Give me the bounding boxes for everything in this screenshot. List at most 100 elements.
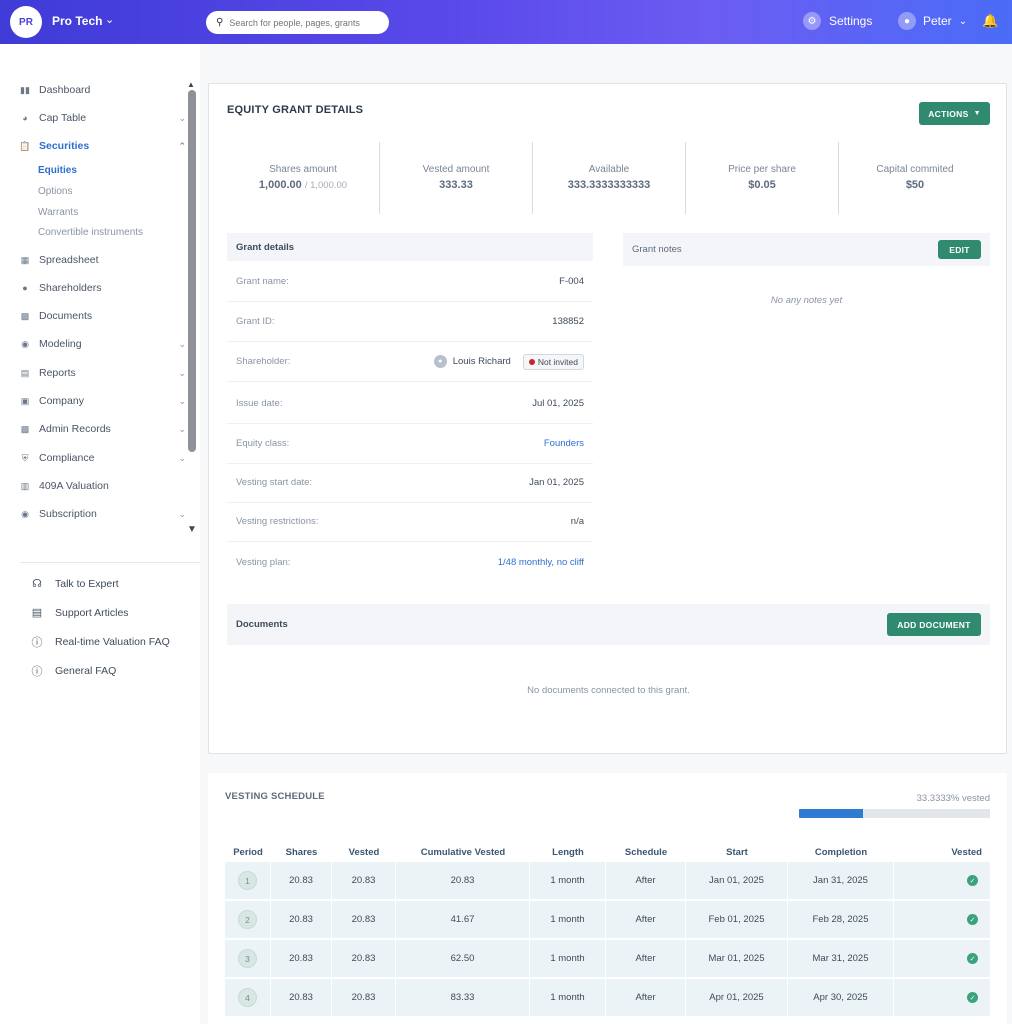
scroll-up-arrow[interactable]: ▲	[187, 80, 195, 89]
help-general-faq[interactable]: ⓘ General FAQ	[30, 663, 117, 679]
period-cell: 4	[225, 979, 271, 1016]
table-row: 4 20.83 20.83 83.33 1 month After Apr 01, 2025…	[225, 979, 990, 1016]
detail-value: 138852	[552, 316, 584, 327]
actions-button[interactable]: ACTIONS ▼	[919, 102, 990, 125]
help-support-articles[interactable]: ▤ Support Articles	[30, 606, 129, 620]
add-document-button[interactable]: ADD DOCUMENT	[887, 613, 981, 636]
length-cell: 1 month	[530, 940, 606, 977]
sidebar-item-label: Subscription	[39, 508, 97, 520]
col-header: Vested	[951, 846, 982, 858]
user-name: Peter	[923, 14, 952, 28]
sidebar-item-documents[interactable]: ▩ Documents	[18, 306, 186, 326]
sidebar-item-409a-valuation[interactable]: ▥ 409A Valuation	[18, 476, 186, 496]
search-box[interactable]: ⚲	[206, 11, 389, 34]
help-valuation-faq[interactable]: ⓘ Real-time Valuation FAQ	[30, 634, 170, 650]
sidebar-item-spreadsheet[interactable]: ▦ Spreadsheet	[18, 250, 186, 270]
top-bar: PR Pro Tech ⌄ ⚲ ⚙ Settings ● Peter ⌄ 🔔	[0, 0, 1012, 44]
scroll-down-arrow[interactable]: ▼	[187, 524, 197, 535]
settings-label: Settings	[829, 14, 873, 28]
avatar: ●	[433, 355, 447, 368]
stat-label: Vested amount	[422, 164, 490, 175]
sidebar-item-subscription[interactable]: ◉ Subscription ⌄	[18, 504, 186, 524]
sidebar-item-label: Admin Records	[39, 423, 111, 435]
documents-empty-text: No documents connected to this grant.	[527, 685, 690, 696]
sidebar-item-compliance[interactable]: ⛨ Compliance ⌄	[18, 448, 186, 468]
org-avatar[interactable]: PR	[10, 6, 42, 38]
detail-row-vesting-start: Vesting start date: Jan 01, 2025	[227, 463, 593, 503]
start-cell: Feb 01, 2025	[686, 901, 788, 938]
edit-notes-button[interactable]: EDIT	[938, 240, 981, 259]
chevron-down-icon[interactable]: ⌄	[105, 13, 114, 26]
col-header: Start	[726, 846, 748, 858]
search-input[interactable]	[229, 17, 380, 28]
period-cell: 2	[225, 901, 271, 938]
schedule-cell: After	[606, 862, 686, 899]
col-header: Schedule	[624, 846, 668, 858]
sidebar-item-label: Company	[39, 395, 84, 407]
vested-status-cell: ✓	[894, 940, 990, 977]
settings-button[interactable]: ⚙ Settings	[803, 12, 872, 30]
org-name[interactable]: Pro Tech	[52, 14, 102, 28]
sidebar-subitem-warrants[interactable]: Warrants	[38, 207, 78, 218]
detail-key: Grant ID:	[236, 316, 275, 327]
vested-cell: 20.83	[332, 979, 396, 1016]
search-icon: ⚲	[216, 17, 224, 28]
detail-value: Jul 01, 2025	[532, 398, 584, 409]
help-talk-to-expert[interactable]: ☊ Talk to Expert	[30, 577, 119, 591]
help-label: Real-time Valuation FAQ	[55, 636, 170, 648]
book-icon: ▤	[31, 607, 43, 619]
stat-value: $0.05	[748, 179, 776, 191]
grant-notes-title: Grant notes	[632, 244, 682, 255]
shareholder-link[interactable]: ● Louis Richard Not invited	[433, 353, 584, 370]
stat-value: 1,000.00 / 1,000.00	[258, 179, 348, 191]
clipboard-icon: 📋	[19, 140, 31, 151]
sidebar	[0, 44, 200, 1024]
col-header: Shares	[285, 846, 318, 858]
bulb-icon: ◉	[21, 338, 29, 349]
sidebar-subitem-convertible[interactable]: Convertible instruments	[38, 227, 143, 238]
period-cell: 1	[225, 862, 271, 899]
grant-details-title: Grant details	[236, 241, 295, 253]
dollar-icon: ◉	[21, 508, 29, 519]
sidebar-item-securities[interactable]: 📋 Securities ⌃	[18, 136, 186, 156]
equity-grant-card: EQUITY GRANT DETAILS ACTIONS ▼ Shares am…	[208, 83, 1007, 754]
sidebar-subitem-options[interactable]: Options	[38, 186, 72, 197]
sidebar-subitem-equities[interactable]: Equities	[38, 165, 77, 176]
sidebar-item-label: Securities	[39, 140, 90, 152]
length-cell: 1 month	[530, 979, 606, 1016]
sidebar-item-label: Dashboard	[39, 84, 91, 96]
sidebar-item-reports[interactable]: ▤ Reports ⌄	[18, 363, 186, 383]
period-badge: 2	[238, 910, 257, 929]
chevron-down-icon: ⌄	[178, 112, 186, 123]
vested-progress-fill	[799, 809, 863, 818]
sidebar-item-company[interactable]: ▣ Company ⌄	[18, 391, 186, 411]
length-cell: 1 month	[530, 901, 606, 938]
vested-progress-bar	[799, 809, 990, 818]
equity-class-link[interactable]: Founders	[544, 438, 584, 449]
detail-value: n/a	[570, 516, 584, 527]
vesting-plan-link[interactable]: 1/48 monthly, no cliff	[498, 557, 584, 568]
check-icon: ✓	[967, 914, 978, 926]
headset-icon: ☊	[32, 578, 42, 590]
help-label: General FAQ	[55, 665, 117, 677]
check-icon: ✓	[967, 875, 978, 887]
cumulative-cell: 41.67	[396, 901, 530, 938]
length-cell: 1 month	[530, 862, 606, 899]
sidebar-item-dashboard[interactable]: ▮▮ Dashboard	[18, 80, 186, 100]
sidebar-item-admin-records[interactable]: ▩ Admin Records ⌄	[18, 419, 186, 439]
bell-icon[interactable]: 🔔	[982, 13, 998, 29]
check-icon: ✓	[967, 992, 978, 1004]
sidebar-scrollbar[interactable]	[188, 90, 196, 452]
detail-key: Shareholder:	[236, 356, 291, 367]
shareholder-name: Louis Richard	[452, 356, 511, 367]
folder-icon: ▩	[20, 310, 30, 321]
grant-details-header: Grant details	[227, 233, 593, 261]
sidebar-item-modeling[interactable]: ◉ Modeling ⌄	[18, 334, 186, 354]
shares-cell: 20.83	[271, 940, 332, 977]
detail-key: Issue date:	[236, 398, 283, 409]
user-menu[interactable]: ● Peter ⌄	[898, 12, 967, 30]
grant-notes-header: Grant notes	[623, 233, 990, 266]
sidebar-item-cap-table[interactable]: ◕ Cap Table ⌄	[18, 108, 186, 128]
start-cell: Mar 01, 2025	[686, 940, 788, 977]
sidebar-item-shareholders[interactable]: ● Shareholders	[18, 278, 186, 298]
